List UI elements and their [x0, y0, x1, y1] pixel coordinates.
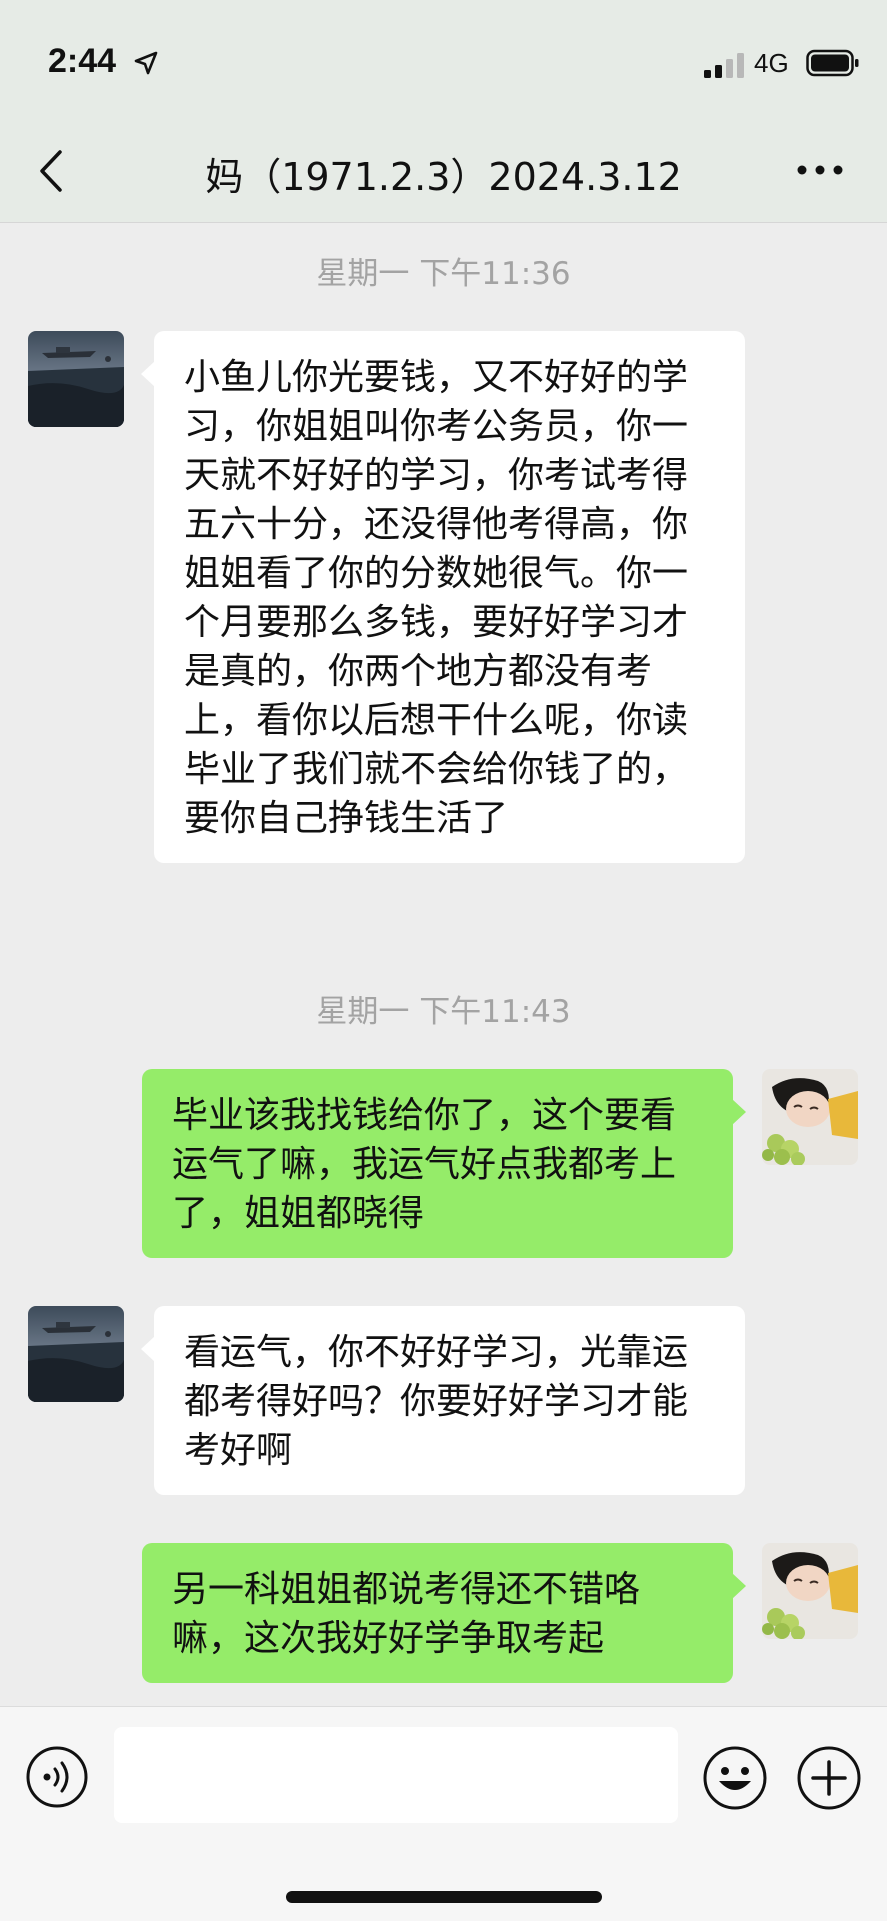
message-bubble-sent[interactable]: 另一科姐姐都说考得还不错咯嘛，这次我好好学争取考起	[142, 1543, 746, 1683]
network-type-label: 4G	[754, 48, 789, 78]
contact-avatar[interactable]	[28, 1306, 124, 1402]
contact-avatar[interactable]	[28, 331, 124, 427]
user-avatar[interactable]	[762, 1543, 858, 1639]
chat-title: 妈（1971.2.3）2024.3.12	[205, 155, 682, 199]
avatar-landscape-image	[28, 1306, 124, 1402]
status-bar: 2:44 4G	[0, 0, 887, 120]
chat-header: 妈（1971.2.3）2024.3.12	[0, 120, 887, 223]
more-options-icon[interactable]	[796, 160, 844, 180]
message-bubble-received[interactable]: 看运气，你不好好学习，光靠运都考得好吗？你要好好学习才能考好啊	[141, 1306, 745, 1495]
add-attachment-icon[interactable]	[796, 1745, 862, 1811]
avatar-landscape-image	[28, 331, 124, 427]
avatar-child-sleeping-image	[762, 1543, 858, 1639]
message-timestamp: 星期一 下午11:43	[316, 994, 571, 1030]
avatar-child-sleeping-image	[762, 1069, 858, 1165]
voice-input-icon[interactable]	[25, 1745, 89, 1809]
message-input-bar	[0, 1706, 887, 1921]
cellular-signal-icon	[704, 53, 744, 78]
message-bubble-received[interactable]: 小鱼儿你光要钱，又不好好的学习，你姐姐叫你考公务员，你一天就不好好的学习，你考试…	[141, 331, 745, 863]
home-indicator	[286, 1891, 602, 1903]
message-bubble-sent[interactable]: 毕业该我找钱给你了，这个要看运气了嘛，我运气好点我都考上了，姐姐都晓得	[142, 1069, 746, 1258]
location-arrow-icon	[134, 51, 158, 75]
battery-icon	[806, 49, 859, 77]
message-timestamp: 星期一 下午11:36	[316, 256, 571, 292]
status-time: 2:44	[48, 42, 117, 80]
message-input[interactable]	[114, 1727, 678, 1823]
emoji-icon[interactable]	[702, 1745, 768, 1811]
user-avatar[interactable]	[762, 1069, 858, 1165]
